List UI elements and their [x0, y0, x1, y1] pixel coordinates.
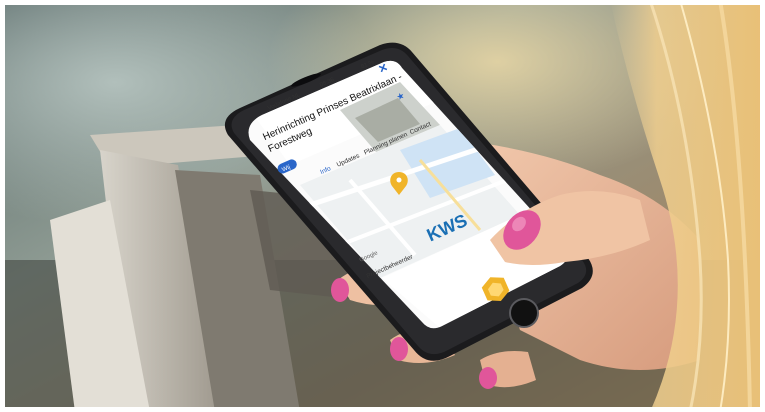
photo-scene: Vodafone NL 08:36 81 % ✕ Herinrichting P… [0, 0, 765, 412]
home-button[interactable] [509, 298, 539, 328]
